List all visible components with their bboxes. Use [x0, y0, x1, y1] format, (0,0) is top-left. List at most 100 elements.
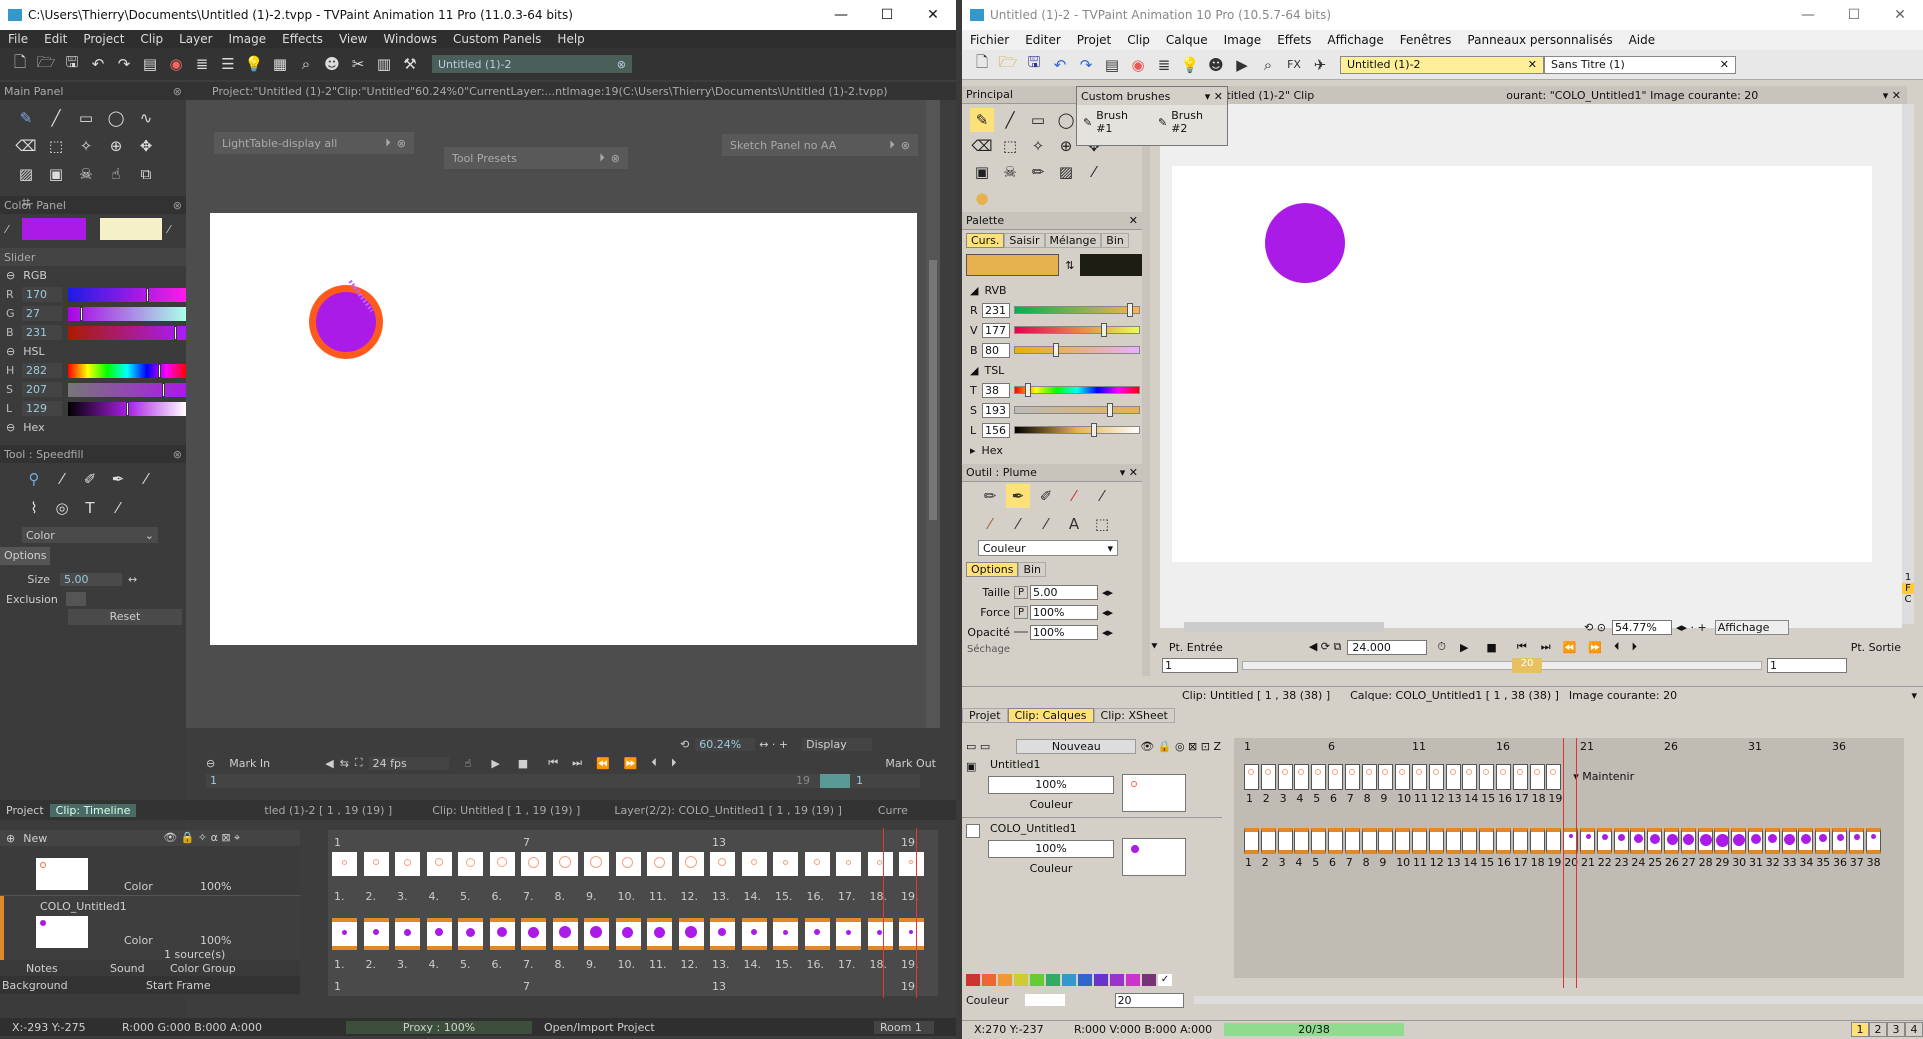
tab-bin2[interactable]: Bin: [1018, 561, 1047, 577]
lighttable-panel[interactable]: LightTable-display all ⏵ ⊗: [214, 132, 414, 154]
character-icon[interactable]: ☻: [320, 52, 344, 76]
menu-clip[interactable]: Clip: [132, 32, 171, 46]
arrows-icon[interactable]: ◂▸: [1102, 586, 1113, 599]
frame-cell[interactable]: [1260, 828, 1276, 854]
frame-cell[interactable]: [1344, 764, 1360, 790]
slider-s[interactable]: S 193: [962, 400, 1142, 420]
menu-custom-panels[interactable]: Custom Panels: [445, 32, 549, 46]
minimize-icon[interactable]: —: [1785, 7, 1831, 23]
layer1-opacity[interactable]: 100%: [988, 776, 1114, 794]
frame-cell[interactable]: [710, 852, 735, 876]
undo-icon[interactable]: ↶: [86, 52, 110, 76]
slider-r[interactable]: R 170: [0, 285, 186, 304]
frame-cell[interactable]: [836, 852, 861, 876]
frame-cell[interactable]: [489, 852, 515, 876]
slider-l[interactable]: L 156: [962, 420, 1142, 440]
frame-cell[interactable]: [1378, 828, 1394, 854]
sound-icon[interactable]: ◀ ⟳ ⧉: [1309, 640, 1342, 654]
layer1-mode[interactable]: Color: [124, 880, 153, 893]
frame-cell[interactable]: [1244, 828, 1259, 854]
redo-icon[interactable]: ↷: [112, 52, 136, 76]
arrows-icon[interactable]: ◂▸: [1102, 606, 1113, 619]
sound-tab[interactable]: Sound: [110, 962, 170, 975]
doc-tab-close-icon[interactable]: ⊗: [617, 58, 626, 71]
marker-1[interactable]: 1: [1902, 572, 1914, 583]
pressure-icon[interactable]: [1014, 631, 1028, 633]
color-group-swatch[interactable]: [966, 974, 980, 986]
marker-icon[interactable]: ✐: [1034, 484, 1058, 508]
page-2[interactable]: 2: [1869, 1022, 1887, 1037]
frame-cell[interactable]: [615, 852, 641, 876]
layers-icon[interactable]: ≣: [1152, 53, 1176, 77]
frame-cell[interactable]: [741, 918, 767, 950]
panel-close-icon[interactable]: ⊗: [397, 137, 406, 150]
frame-cell[interactable]: [1428, 828, 1444, 854]
layer2-opacity[interactable]: 100%: [988, 840, 1114, 858]
scrub-cursor[interactable]: 20: [1512, 658, 1542, 673]
menu-layer[interactable]: Layer: [171, 32, 220, 46]
character-icon[interactable]: ☻: [1204, 53, 1228, 77]
color-wheel-icon[interactable]: ◉: [1126, 53, 1150, 77]
frame-cell[interactable]: [1512, 828, 1528, 854]
eye-icon[interactable]: 👁 🔒 ◎ ⊠ ⊡ Z: [1140, 740, 1221, 753]
zoom-tool-icon[interactable]: ⊕: [1054, 134, 1078, 158]
room-button[interactable]: Room 1: [874, 1020, 934, 1034]
frame-cell[interactable]: [1697, 828, 1713, 854]
color-group-swatch[interactable]: [1030, 974, 1044, 986]
menu-help[interactable]: Help: [549, 32, 592, 46]
frame-cell[interactable]: [426, 918, 452, 950]
layer1-opacity[interactable]: 100%: [200, 880, 231, 893]
fps-select[interactable]: 24 fps: [368, 756, 449, 770]
plane-icon[interactable]: ✈: [1308, 53, 1332, 77]
eyedropper-icon[interactable]: ⁄: [6, 223, 16, 236]
step-back-button[interactable]: ⏴: [1614, 640, 1620, 654]
bottom-value[interactable]: 20: [1114, 992, 1184, 1008]
zoom-value[interactable]: 60.24%: [695, 737, 756, 751]
affichage-menu[interactable]: Affichage: [1714, 619, 1789, 635]
layer2-mode[interactable]: Color: [124, 934, 153, 947]
tab-projet[interactable]: Projet: [962, 707, 1008, 723]
tab-clip-timeline[interactable]: Clip: Timeline: [49, 803, 137, 817]
tab-clip-calques[interactable]: Clip: Calques: [1007, 707, 1094, 723]
rvb-toggle[interactable]: ◢ RVB: [962, 280, 1142, 300]
frame-cell[interactable]: [1781, 828, 1797, 854]
pan-tool-icon[interactable]: ✥: [134, 134, 158, 158]
menu-project[interactable]: Project: [75, 32, 132, 46]
last-frame-button[interactable]: ⏭: [1541, 640, 1551, 654]
close-icon[interactable]: ✕: [910, 7, 956, 23]
smudge-icon[interactable]: ⁄: [134, 467, 158, 491]
tab-saisir[interactable]: Saisir: [1004, 232, 1045, 248]
zoom-value[interactable]: 54.77%: [1611, 619, 1672, 635]
frame-cell[interactable]: [1815, 828, 1831, 854]
tool-mode-select[interactable]: Color ⌄: [22, 527, 158, 543]
play-icon[interactable]: ⏵: [385, 136, 391, 150]
frame-cell[interactable]: [1445, 828, 1461, 854]
pen-icon[interactable]: ✒: [1006, 484, 1030, 508]
zoom-tool-icon[interactable]: ⊕: [104, 134, 128, 158]
play-icon[interactable]: ▶: [1230, 53, 1254, 77]
zoom-arrows-icon[interactable]: ↔ · +: [759, 738, 788, 751]
frame-cell[interactable]: [1361, 828, 1377, 854]
color-group-swatch[interactable]: [1142, 974, 1156, 986]
frame-cell[interactable]: [1479, 764, 1495, 790]
right-canvas[interactable]: [1172, 166, 1872, 562]
frame-cell[interactable]: [1865, 828, 1881, 854]
menu-fenetres[interactable]: Fenêtres: [1392, 33, 1460, 47]
frame-cell[interactable]: [1680, 828, 1696, 854]
rotate-icon[interactable]: ⟲ ⊙: [1584, 621, 1606, 634]
bottom-mode[interactable]: Couleur: [966, 994, 1025, 1007]
stop-button[interactable]: ■: [1486, 641, 1496, 654]
marker-icon[interactable]: ✐: [78, 467, 102, 491]
frame-cell[interactable]: [1395, 764, 1411, 790]
menu-fichier[interactable]: Fichier: [962, 33, 1017, 47]
frame-cell[interactable]: [1462, 764, 1478, 790]
eyedropper-icon[interactable]: ⁄: [1082, 160, 1106, 184]
brush2-icon[interactable]: ✎: [1158, 116, 1167, 129]
frame-cell[interactable]: [1714, 828, 1730, 854]
new-layer-icon[interactable]: ▭ ▭: [966, 740, 990, 753]
slider-value[interactable]: 156: [982, 422, 1010, 438]
fg-color-swatch[interactable]: [22, 218, 86, 240]
redo-icon[interactable]: ↷: [1074, 53, 1098, 77]
airbrush-icon[interactable]: ⁄: [1062, 484, 1086, 508]
next-frame-button[interactable]: ⏩: [1588, 641, 1602, 654]
